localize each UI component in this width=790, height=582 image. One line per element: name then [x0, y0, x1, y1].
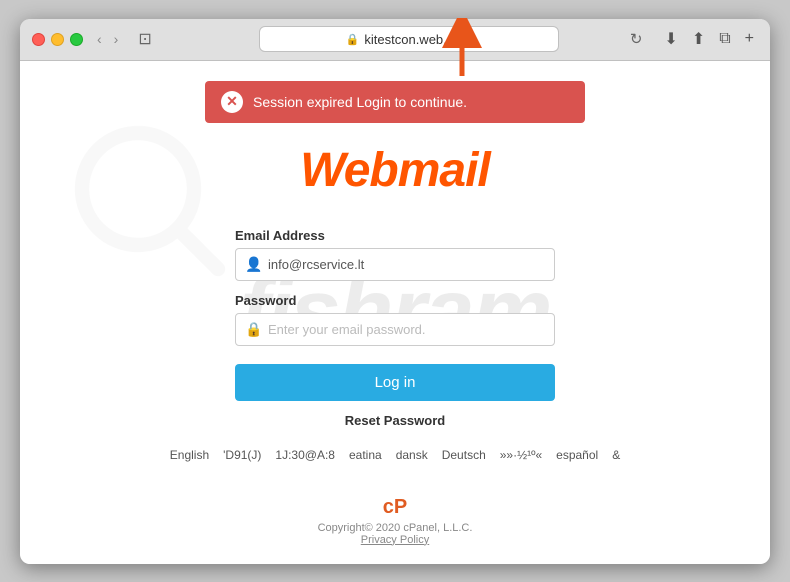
privacy-policy-link[interactable]: Privacy Policy: [361, 534, 429, 546]
login-button[interactable]: Log in: [235, 364, 555, 401]
maximize-traffic-light[interactable]: [70, 33, 83, 46]
language-item[interactable]: Deutsch: [442, 448, 486, 462]
password-input-wrapper: 🔒: [235, 313, 555, 346]
alert-message: Session expired Login to continue.: [253, 94, 467, 110]
sidebar-toggle-button[interactable]: ⊡: [132, 27, 157, 51]
email-label: Email Address: [235, 228, 555, 243]
copyright-text: Copyright© 2020 cPanel, L.L.C.: [318, 522, 473, 534]
password-label: Password: [235, 293, 555, 308]
cpanel-logo: cP: [318, 496, 473, 519]
user-icon: 👤: [245, 256, 262, 273]
nav-buttons: ‹ ›: [93, 29, 122, 49]
language-item[interactable]: 1J:30@A:8: [275, 448, 335, 462]
footer: cP Copyright© 2020 cPanel, L.L.C. Privac…: [310, 488, 481, 554]
reset-password-link[interactable]: Reset Password: [235, 413, 555, 428]
password-input[interactable]: [235, 313, 555, 346]
browser-toolbar-right: ⬇ ⬆ ⧉ +: [660, 27, 758, 51]
alert-icon: ✕: [221, 91, 243, 113]
add-tab-button[interactable]: +: [741, 28, 758, 50]
back-button[interactable]: ‹: [93, 29, 106, 49]
language-bar: English 'D91(J) 1J:30@A:8 eatina dansk Deutsc…: [40, 448, 750, 462]
new-tab-button[interactable]: ⧉: [715, 28, 734, 50]
email-input-wrapper: 👤: [235, 248, 555, 281]
webmail-logo: Webmail: [300, 143, 490, 198]
close-traffic-light[interactable]: [32, 33, 45, 46]
page-body: ✕ Session expired Login to continue. Web…: [20, 61, 770, 564]
address-bar[interactable]: 🔒 kitestcon.web.app ↻: [259, 26, 559, 52]
language-item[interactable]: »»·½¹º«: [500, 448, 542, 462]
reload-button[interactable]: ↻: [630, 30, 643, 48]
language-item[interactable]: 'D91(J): [223, 448, 261, 462]
lock-icon: 🔒: [346, 33, 360, 46]
language-item[interactable]: English: [170, 448, 209, 462]
traffic-lights: [32, 33, 83, 46]
login-form: Email Address 👤 Password 🔒 Log in Reset …: [235, 216, 555, 428]
url-text: kitestcon.web.app: [364, 32, 468, 47]
language-item[interactable]: español: [556, 448, 598, 462]
language-item[interactable]: eatina: [349, 448, 382, 462]
language-item[interactable]: &: [612, 448, 620, 462]
address-bar-wrapper: 🔒 kitestcon.web.app ↻: [168, 26, 651, 52]
alert-banner: ✕ Session expired Login to continue.: [205, 81, 585, 123]
minimize-traffic-light[interactable]: [51, 33, 64, 46]
browser-window: ‹ › ⊡ 🔒 kitestcon.web.app ↻ ⬇ ⬆ ⧉ + fish…: [20, 19, 770, 564]
lock-field-icon: 🔒: [245, 321, 262, 338]
browser-titlebar: ‹ › ⊡ 🔒 kitestcon.web.app ↻ ⬇ ⬆ ⧉ +: [20, 19, 770, 61]
download-button[interactable]: ⬇: [660, 27, 681, 51]
forward-button[interactable]: ›: [110, 29, 123, 49]
email-input[interactable]: [235, 248, 555, 281]
share-button[interactable]: ⬆: [688, 27, 709, 51]
browser-content: fishram ✕ Session expired Login to conti…: [20, 61, 770, 564]
language-item[interactable]: dansk: [396, 448, 428, 462]
